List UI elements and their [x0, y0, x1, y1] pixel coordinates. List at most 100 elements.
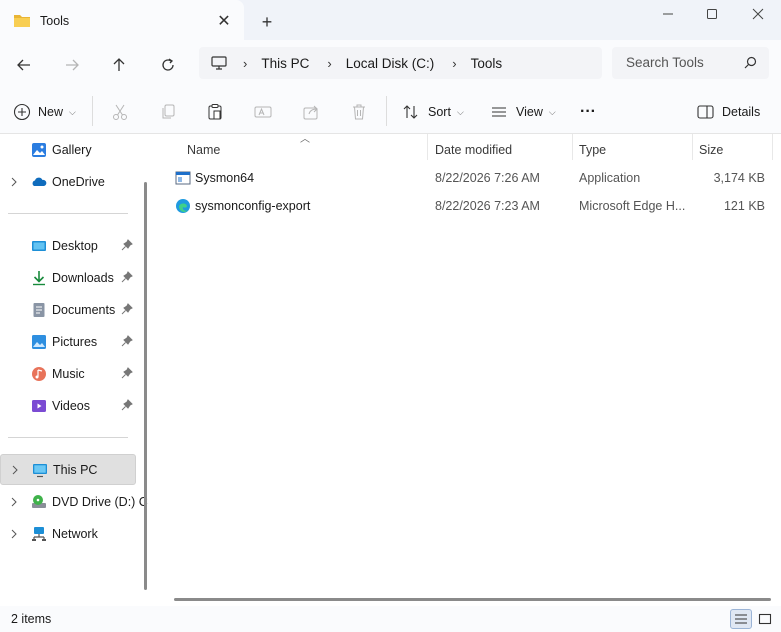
chevron-right-icon[interactable]	[9, 528, 19, 542]
column-divider[interactable]	[692, 134, 693, 160]
details-pane-button[interactable]: Details	[697, 100, 760, 124]
this-pc-icon	[32, 462, 48, 478]
refresh-icon[interactable]	[154, 51, 182, 79]
breadcrumb-local-disk[interactable]: Local Disk (C:)	[346, 56, 435, 71]
chevron-right-icon: ›	[327, 55, 332, 71]
sidebar-divider	[8, 213, 128, 214]
view-list-icon	[490, 103, 508, 121]
column-divider[interactable]	[572, 134, 573, 160]
sidebar-item-label: OneDrive	[52, 175, 105, 189]
pin-icon[interactable]	[121, 239, 133, 254]
sidebar-item-dvd-drive[interactable]: DVD Drive (D:) C	[0, 487, 148, 517]
breadcrumb-this-pc[interactable]: This PC	[261, 56, 309, 71]
sidebar-item-label: Network	[52, 527, 98, 541]
maximize-icon[interactable]	[700, 4, 724, 24]
breadcrumb-tools[interactable]: Tools	[471, 56, 503, 71]
edge-html-icon	[175, 198, 191, 217]
copy-icon[interactable]	[159, 100, 177, 124]
up-arrow-icon[interactable]	[105, 51, 133, 79]
sidebar-item-documents[interactable]: Documents	[0, 295, 136, 325]
sidebar-item-label: This PC	[53, 463, 98, 477]
pin-icon[interactable]	[121, 303, 133, 318]
paste-icon[interactable]	[206, 100, 224, 124]
column-header-date[interactable]: Date modified	[435, 138, 512, 162]
file-date: 8/22/2026 7:23 AM	[435, 199, 540, 213]
pin-icon[interactable]	[121, 399, 133, 414]
sidebar-item-music[interactable]: Music	[0, 359, 136, 389]
application-icon	[175, 170, 191, 189]
minimize-icon[interactable]	[656, 4, 680, 24]
chevron-down-icon: ⌵	[548, 106, 556, 117]
column-divider[interactable]	[772, 134, 773, 160]
file-name: sysmonconfig-export	[195, 199, 311, 213]
sort-button[interactable]: Sort ⌵	[402, 100, 464, 124]
item-count: 2 items	[11, 612, 52, 626]
sidebar-item-pictures[interactable]: Pictures	[0, 327, 136, 357]
column-divider[interactable]	[427, 134, 428, 160]
view-button-label: View	[516, 105, 543, 119]
view-button[interactable]: View ⌵	[490, 100, 556, 124]
table-row[interactable]: Sysmon64 8/22/2026 7:26 AM Application 3…	[157, 164, 781, 192]
back-arrow-icon[interactable]	[10, 51, 38, 79]
documents-icon	[31, 302, 47, 318]
table-row[interactable]: sysmonconfig-export 8/22/2026 7:23 AM Mi…	[157, 192, 781, 220]
close-tab-icon[interactable]: ✕	[214, 11, 234, 31]
sidebar-item-onedrive[interactable]: OneDrive	[0, 167, 136, 197]
tiles-view-icon[interactable]	[754, 609, 776, 629]
column-header-name[interactable]: Name	[187, 138, 220, 162]
pin-icon[interactable]	[121, 335, 133, 350]
chevron-right-icon[interactable]	[10, 464, 20, 478]
rename-icon[interactable]	[254, 100, 272, 124]
forward-arrow-icon[interactable]	[58, 51, 86, 79]
desktop-icon	[31, 238, 47, 254]
address-row: › This PC › Local Disk (C:) › Tools Sear…	[0, 40, 781, 88]
column-header-size[interactable]: Size	[699, 138, 723, 162]
details-view-icon[interactable]	[730, 609, 752, 629]
file-type: Application	[579, 171, 641, 185]
folder-icon	[13, 13, 31, 31]
chevron-right-icon: ›	[243, 55, 248, 71]
sidebar-item-this-pc[interactable]: This PC	[0, 454, 136, 485]
pin-icon[interactable]	[121, 271, 133, 286]
chevron-down-icon: ⌵	[69, 106, 76, 117]
sidebar-item-videos[interactable]: Videos	[0, 391, 136, 421]
file-size: 121 KB	[723, 199, 765, 213]
new-button-label: New	[38, 105, 64, 119]
new-tab-button[interactable]: +	[256, 11, 278, 33]
toolbar-divider	[92, 96, 93, 126]
details-pane-icon	[697, 105, 714, 119]
sidebar-item-label: Desktop	[52, 239, 98, 253]
sidebar-item-gallery[interactable]: Gallery	[0, 135, 136, 165]
details-label: Details	[722, 105, 761, 119]
horizontal-scrollbar[interactable]	[174, 598, 771, 601]
chevron-right-icon[interactable]	[9, 496, 19, 510]
cut-icon[interactable]	[111, 100, 129, 124]
navigation-pane: Gallery OneDrive Desktop Downloads Docum…	[0, 134, 148, 606]
file-size: 3,174 KB	[713, 171, 765, 185]
share-icon[interactable]	[302, 100, 320, 124]
sidebar-item-network[interactable]: Network	[0, 519, 136, 549]
new-button[interactable]: New ⌵	[13, 100, 76, 124]
plus-circle-icon	[13, 103, 31, 121]
sidebar-item-label: DVD Drive (D:) C	[52, 495, 148, 509]
chevron-down-icon: ⌵	[456, 106, 464, 117]
status-bar: 2 items	[0, 606, 781, 632]
sidebar-scrollbar[interactable]	[144, 182, 147, 590]
search-input[interactable]: Search Tools	[612, 47, 769, 79]
chevron-right-icon[interactable]	[9, 176, 19, 190]
pin-icon[interactable]	[121, 367, 133, 382]
computer-icon	[211, 55, 227, 71]
sidebar-item-desktop[interactable]: Desktop	[0, 231, 136, 261]
sidebar-item-downloads[interactable]: Downloads	[0, 263, 136, 293]
sidebar-item-label: Pictures	[52, 335, 98, 349]
more-options-icon[interactable]: ···	[580, 100, 596, 124]
column-header-type[interactable]: Type	[579, 138, 606, 162]
sidebar-item-label: Documents	[52, 303, 116, 317]
address-bar[interactable]: › This PC › Local Disk (C:) › Tools	[199, 47, 602, 79]
tab-tools[interactable]: Tools ✕	[0, 0, 244, 40]
delete-icon[interactable]	[350, 100, 368, 124]
close-window-icon[interactable]	[746, 4, 770, 24]
search-icon[interactable]	[744, 56, 757, 72]
music-icon	[31, 366, 47, 382]
pictures-icon	[31, 334, 47, 350]
